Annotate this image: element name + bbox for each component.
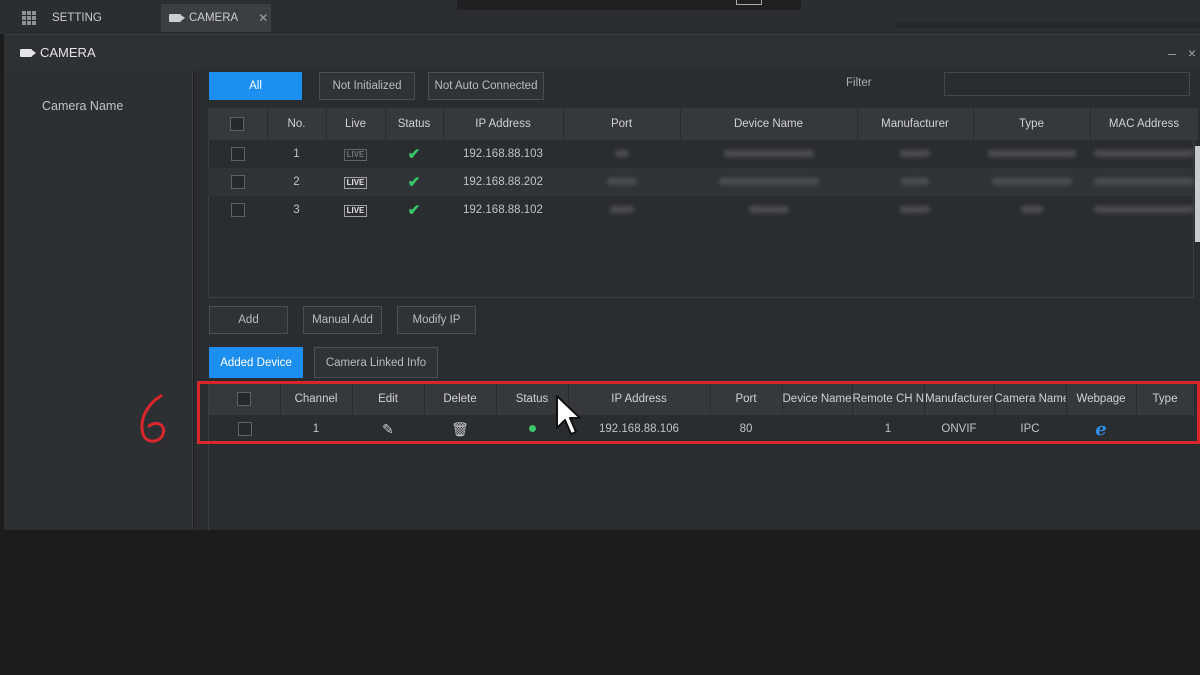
- device-search-table: No. Live Status IP Address Port Device N…: [208, 108, 1199, 224]
- select-all-checkbox[interactable]: [230, 117, 245, 131]
- table-row[interactable]: 2 LIVE ✔ 192.168.88.202: [208, 168, 1198, 196]
- blurred-device-name: [723, 150, 814, 157]
- table-row[interactable]: 3 LIVE ✔ 192.168.88.102: [208, 196, 1198, 224]
- row-checkbox[interactable]: [230, 203, 245, 217]
- col-header-ip-address[interactable]: IP Address: [443, 108, 564, 140]
- letterbox-bottom: [0, 530, 1200, 675]
- status-ok-icon: ✔: [407, 202, 421, 219]
- filter-label: Filter: [846, 77, 872, 89]
- blurred-mac: [1094, 178, 1194, 185]
- col-header-manufacturer[interactable]: Manufacturer: [857, 108, 974, 140]
- blurred-mac: [1094, 206, 1194, 213]
- manual-add-button[interactable]: Manual Add: [303, 306, 382, 334]
- live-icon[interactable]: LIVE: [343, 176, 368, 189]
- row-ip-address: 192.168.88.102: [463, 204, 543, 216]
- add-button[interactable]: Add: [209, 306, 288, 334]
- blurred-port: [614, 150, 629, 157]
- blurred-type: [991, 178, 1072, 185]
- filter-input[interactable]: [944, 72, 1190, 96]
- blurred-manufacturer: [900, 150, 930, 157]
- camera-icon: [20, 48, 36, 57]
- col-header-no[interactable]: No.: [267, 108, 327, 140]
- row-ip-address: 192.168.88.103: [463, 148, 543, 160]
- tab-setting-label: SETTING: [52, 12, 102, 24]
- window-title: CAMERA: [40, 45, 96, 60]
- camera-main-panel: All Not Initialized Not Auto Connected F…: [194, 70, 1200, 530]
- tab-setting[interactable]: SETTING: [0, 4, 160, 32]
- blurred-device-name: [748, 206, 789, 213]
- step-number-annotation: [140, 394, 166, 443]
- tab-added-device[interactable]: Added Device: [209, 347, 303, 378]
- live-icon[interactable]: LIVE: [343, 204, 368, 217]
- top-overlay-strip: [457, 0, 801, 10]
- modify-ip-button[interactable]: Modify IP: [397, 306, 476, 334]
- col-header-port[interactable]: Port: [563, 108, 681, 140]
- filter-tab-all[interactable]: All: [209, 72, 302, 100]
- blurred-port: [606, 178, 637, 185]
- status-ok-icon: ✔: [407, 174, 421, 191]
- col-header-live[interactable]: Live: [326, 108, 386, 140]
- blurred-type: [1020, 206, 1043, 213]
- grid-menu-icon: [22, 11, 38, 25]
- tab-camera-label: CAMERA: [189, 12, 239, 24]
- blurred-device-name: [718, 178, 819, 185]
- row-ip-address: 192.168.88.202: [443, 168, 563, 196]
- table-scrollbar[interactable]: [1195, 146, 1200, 242]
- status-ok-icon: ✔: [407, 146, 421, 163]
- left-panel: Camera Name: [4, 70, 193, 530]
- blurred-manufacturer: [900, 206, 930, 213]
- tab-camera[interactable]: CAMERA ✕: [161, 4, 271, 32]
- top-right-strip: [895, 22, 1200, 28]
- col-header-device-name[interactable]: Device Name: [680, 108, 858, 140]
- filter-tab-not-auto-connected[interactable]: Not Auto Connected: [428, 72, 544, 100]
- top-tab-bar: SETTING CAMERA ✕: [0, 0, 1200, 34]
- blurred-manufacturer: [901, 178, 929, 185]
- row-no: 3: [293, 204, 300, 216]
- highlight-box: [197, 381, 1200, 444]
- col-header-mac-address[interactable]: MAC Address: [1090, 108, 1199, 140]
- table-row[interactable]: 1 LIVE ✔ 192.168.88.103: [208, 140, 1198, 168]
- row-no: 2: [267, 168, 326, 196]
- blurred-type: [987, 150, 1076, 157]
- row-checkbox[interactable]: [230, 147, 245, 161]
- blurred-port: [609, 206, 634, 213]
- col-header-type[interactable]: Type: [973, 108, 1091, 140]
- select-all-checkbox-cell: [208, 108, 268, 140]
- window-controls[interactable]: – ×: [1168, 45, 1200, 61]
- blurred-mac: [1094, 150, 1194, 157]
- close-tab-icon[interactable]: ✕: [258, 11, 268, 25]
- row-no: 1: [293, 148, 300, 160]
- live-icon[interactable]: LIVE: [343, 148, 368, 161]
- filter-tab-not-initialized[interactable]: Not Initialized: [319, 72, 415, 100]
- camera-icon: [169, 14, 185, 22]
- col-header-status[interactable]: Status: [385, 108, 444, 140]
- window-titlebar: CAMERA – ×: [4, 34, 1200, 70]
- tab-camera-linked-info[interactable]: Camera Linked Info: [314, 347, 438, 378]
- mouse-cursor-icon: [556, 395, 581, 435]
- row-checkbox[interactable]: [230, 175, 245, 189]
- camera-name-menu-item[interactable]: Camera Name: [42, 99, 123, 113]
